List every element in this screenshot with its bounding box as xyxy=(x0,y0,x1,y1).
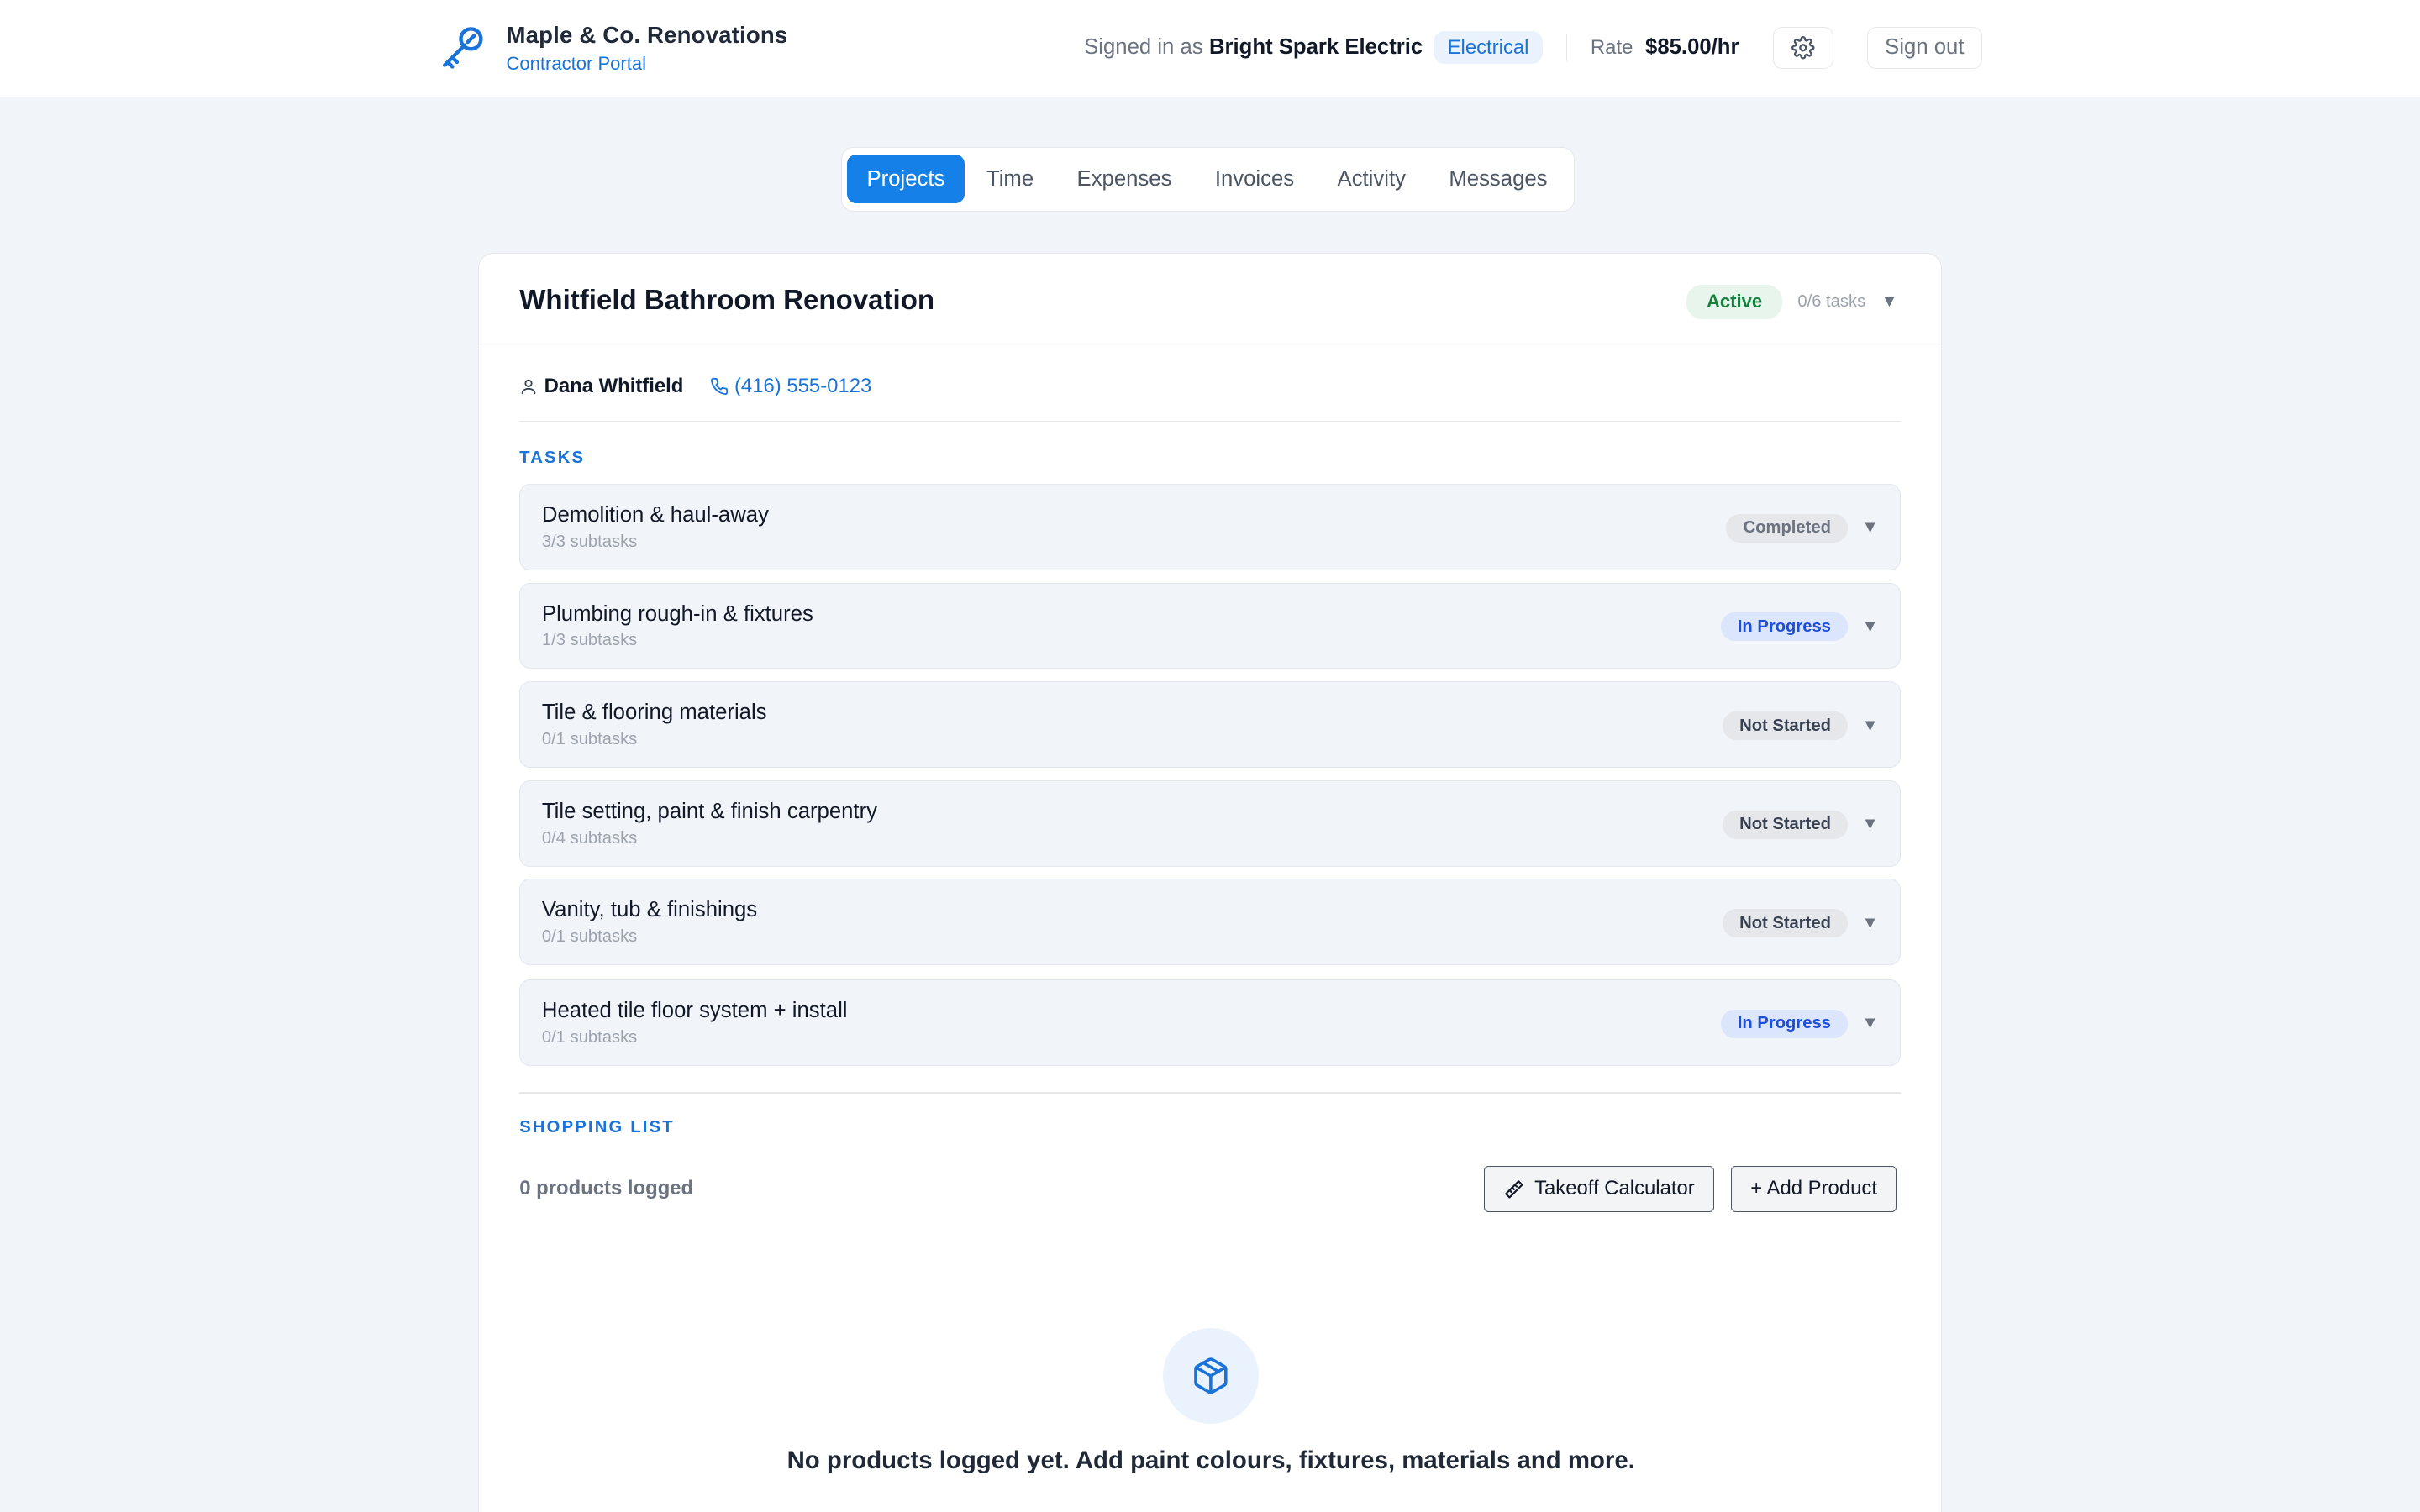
shopping-list-heading: SHOPPING LIST xyxy=(519,1117,675,1137)
phone-link[interactable]: (416) 555-0123 xyxy=(710,374,872,398)
task-name: Tile & flooring materials xyxy=(541,701,767,725)
task-name: Demolition & haul-away xyxy=(541,503,769,527)
task-status-badge: Not Started xyxy=(1722,711,1849,740)
top-bar: Maple & Co. Renovations Contractor Porta… xyxy=(0,0,2420,97)
task-status-badge: In Progress xyxy=(1720,1009,1849,1038)
rate-label: Rate xyxy=(1590,35,1634,59)
signed-in-label: Signed in as xyxy=(1084,35,1203,60)
task-subtasks: 0/1 subtasks xyxy=(541,927,638,947)
task-name: Plumbing rough-in & fixtures xyxy=(541,601,813,626)
tab-time[interactable]: Time xyxy=(965,155,1055,203)
chevron-down-icon[interactable]: ▼ xyxy=(1881,292,1898,312)
user-icon xyxy=(519,377,538,396)
chevron-down-icon[interactable]: ▼ xyxy=(1862,617,1879,637)
brand[interactable]: Maple & Co. Renovations Contractor Porta… xyxy=(435,22,787,76)
tab-activity[interactable]: Activity xyxy=(1316,155,1428,203)
task-row[interactable]: Heated tile floor system + install 0/1 s… xyxy=(519,979,1902,1066)
page: Maple & Co. Renovations Contractor Porta… xyxy=(0,0,2420,1512)
brand-subtitle: Contractor Portal xyxy=(506,53,647,75)
task-subtasks: 1/3 subtasks xyxy=(541,631,638,650)
client-phone: (416) 555-0123 xyxy=(734,374,872,397)
task-subtasks: 0/4 subtasks xyxy=(541,828,638,848)
header-divider xyxy=(1565,34,1568,62)
tasks-heading: TASKS xyxy=(519,448,586,467)
add-product-button[interactable]: + Add Product xyxy=(1731,1165,1897,1213)
key-icon xyxy=(435,22,487,74)
main-tabs: Projects Time Expenses Invoices Activity… xyxy=(841,146,1575,212)
takeoff-calculator-label: Takeoff Calculator xyxy=(1534,1177,1695,1200)
divider xyxy=(519,1091,1902,1094)
task-row[interactable]: Demolition & haul-away 3/3 subtasks Comp… xyxy=(519,483,1902,570)
brand-name: Maple & Co. Renovations xyxy=(506,21,788,48)
divider xyxy=(519,420,1902,423)
tab-projects[interactable]: Projects xyxy=(846,154,965,204)
takeoff-calculator-button[interactable]: Takeoff Calculator xyxy=(1484,1165,1714,1213)
phone-icon xyxy=(710,377,729,396)
tab-expenses[interactable]: Expenses xyxy=(1055,155,1193,203)
task-subtasks: 0/1 subtasks xyxy=(541,730,638,749)
client-name: Dana Whitfield xyxy=(544,374,684,397)
products-count: 0 products logged xyxy=(519,1176,694,1200)
chevron-down-icon[interactable]: ▼ xyxy=(1862,1014,1879,1033)
user-name: Bright Spark Electric xyxy=(1208,35,1423,60)
user-area: Signed in as Bright Spark Electric Elect… xyxy=(1084,26,1982,69)
project-card: Whitfield Bathroom Renovation Active 0/6… xyxy=(478,253,1942,1512)
gear-icon xyxy=(1791,36,1815,60)
chevron-down-icon[interactable]: ▼ xyxy=(1862,914,1879,933)
task-subtasks: 0/1 subtasks xyxy=(541,1027,638,1047)
task-name: Heated tile floor system + install xyxy=(541,998,848,1022)
settings-button[interactable] xyxy=(1772,27,1833,69)
task-status-badge: Not Started xyxy=(1722,909,1849,938)
chevron-down-icon[interactable]: ▼ xyxy=(1862,815,1879,834)
chevron-down-icon[interactable]: ▼ xyxy=(1862,717,1879,736)
chevron-down-icon[interactable]: ▼ xyxy=(1862,518,1879,538)
task-row[interactable]: Vanity, tub & finishings 0/1 subtasks No… xyxy=(519,879,1902,966)
task-status-badge: In Progress xyxy=(1720,612,1849,642)
task-status-badge: Completed xyxy=(1726,513,1849,543)
sign-out-button[interactable]: Sign out xyxy=(1866,27,1982,69)
status-badge: Active xyxy=(1686,285,1783,319)
tab-invoices[interactable]: Invoices xyxy=(1193,155,1316,203)
task-count: 0/6 tasks xyxy=(1797,291,1866,311)
project-title: Whitfield Bathroom Renovation xyxy=(519,285,935,316)
trade-badge: Electrical xyxy=(1434,31,1543,65)
tab-messages[interactable]: Messages xyxy=(1428,155,1570,203)
empty-state-message: No products logged yet. Add paint colour… xyxy=(786,1446,1635,1475)
task-status-badge: Not Started xyxy=(1722,810,1849,839)
ruler-icon xyxy=(1503,1179,1525,1200)
task-subtasks: 3/3 subtasks xyxy=(541,532,638,551)
task-name: Tile setting, paint & finish carpentry xyxy=(541,799,877,823)
task-name: Vanity, tub & finishings xyxy=(541,898,758,922)
rate-value: $85.00/hr xyxy=(1645,35,1739,60)
task-row[interactable]: Tile & flooring materials 0/1 subtasks N… xyxy=(519,681,1902,768)
client-contact: Dana Whitfield (416) 555-0123 xyxy=(519,375,871,398)
project-header[interactable]: Whitfield Bathroom Renovation Active 0/6… xyxy=(479,254,1941,350)
task-row[interactable]: Tile setting, paint & finish carpentry 0… xyxy=(519,780,1902,867)
task-row[interactable]: Plumbing rough-in & fixtures 1/3 subtask… xyxy=(519,582,1902,669)
package-icon xyxy=(1163,1327,1260,1424)
